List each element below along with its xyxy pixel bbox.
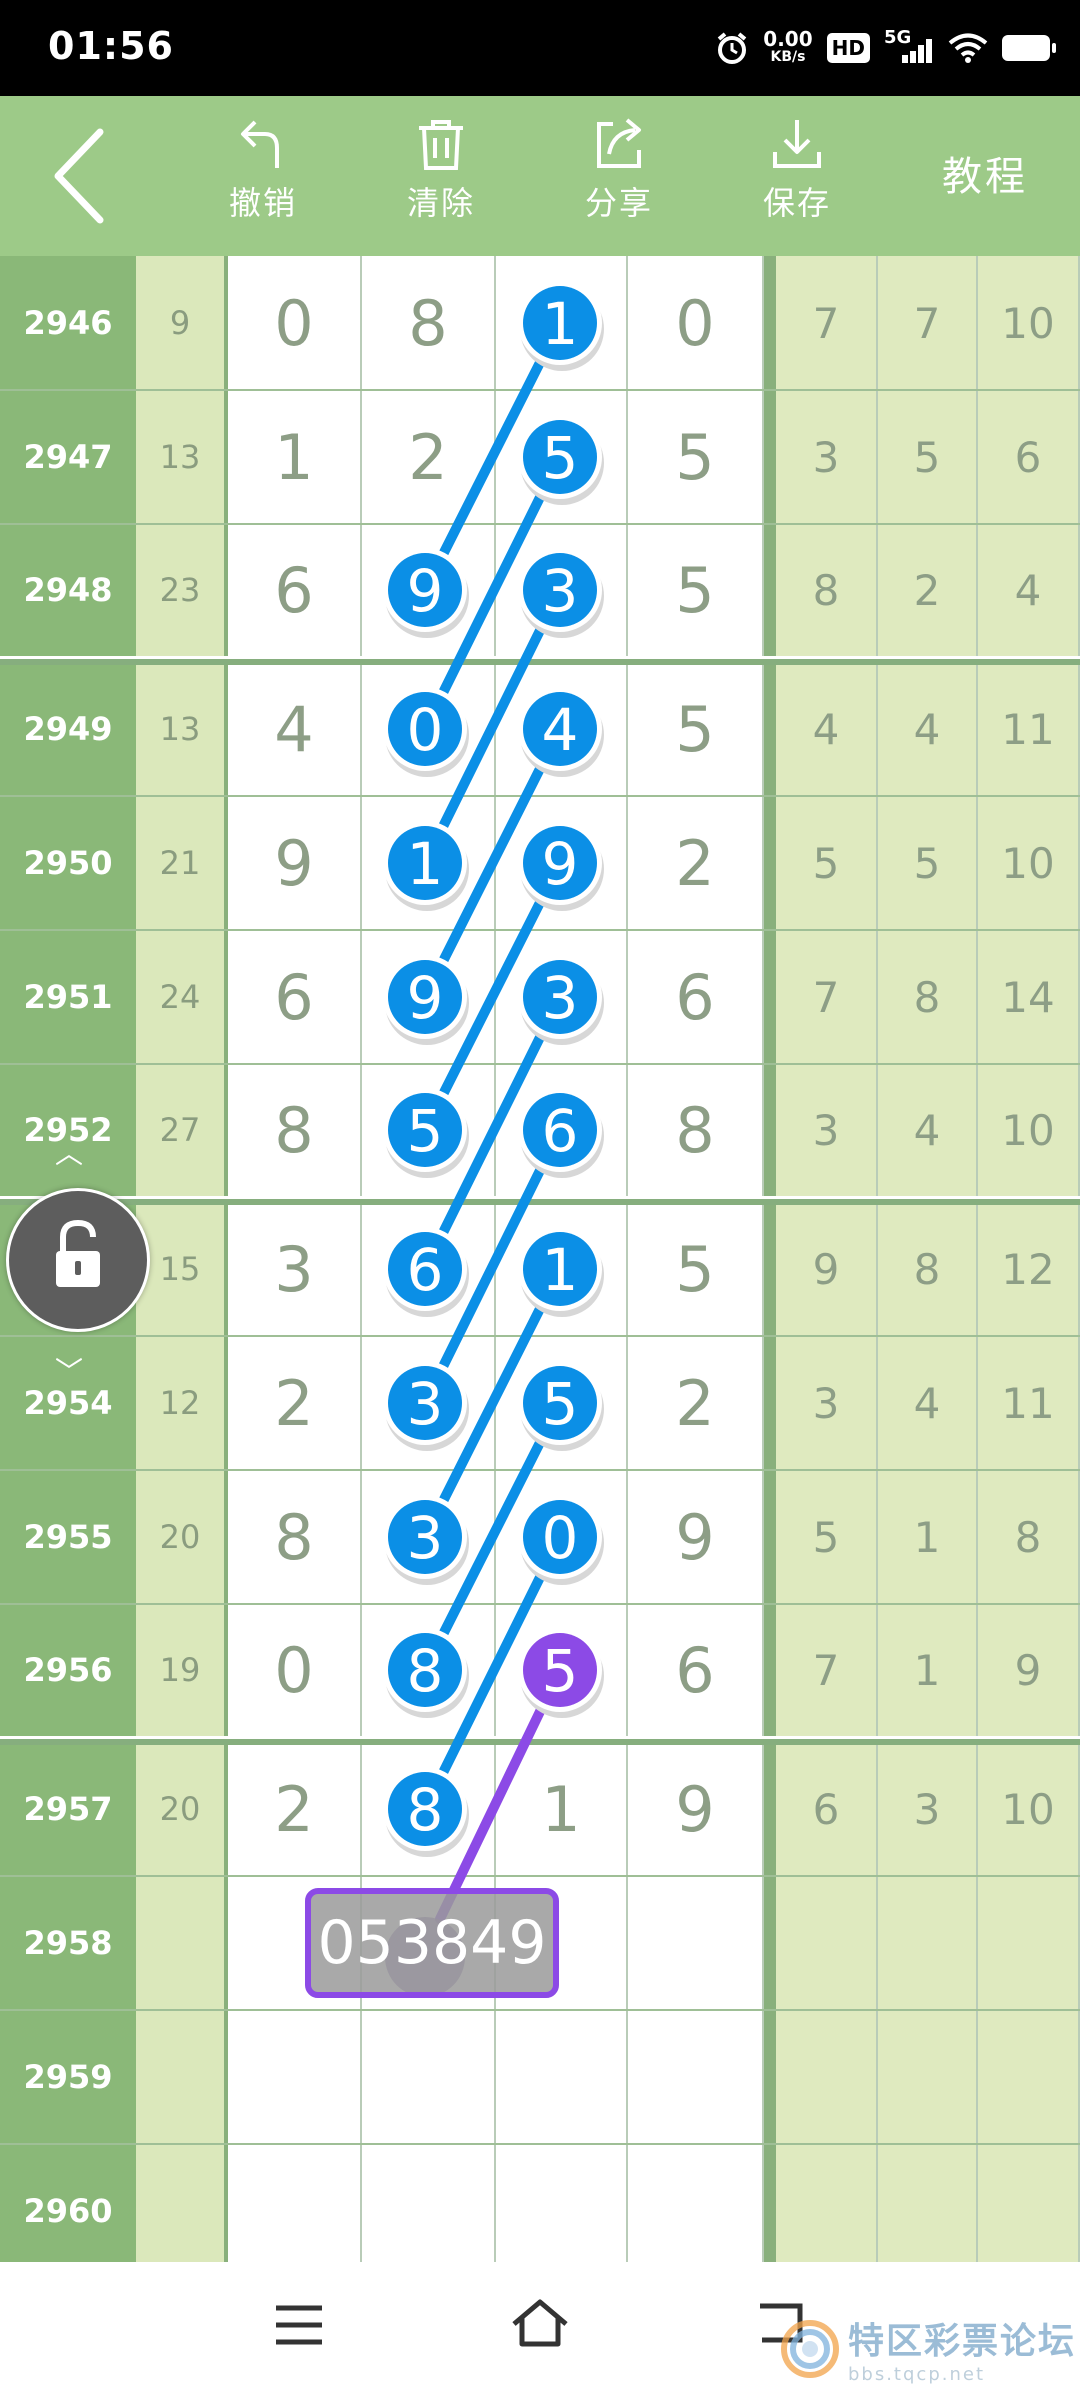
marker-ball-label: 8 xyxy=(407,1776,444,1844)
download-icon xyxy=(773,120,821,168)
share-button[interactable]: 分享 xyxy=(554,114,684,244)
marker-ball-label: 1 xyxy=(407,830,444,898)
save-label: 保存 xyxy=(762,184,831,222)
undo-button[interactable]: 撤销 xyxy=(198,114,328,244)
battery-icon xyxy=(1002,35,1056,61)
marker-ball-label: 3 xyxy=(407,1370,444,1438)
prediction-value: 053849 xyxy=(317,1908,546,1978)
share-icon xyxy=(597,118,641,168)
lock-down-chevron-icon[interactable]: ﹀ xyxy=(55,1350,83,1390)
marker-ball-label: 6 xyxy=(542,1097,579,1165)
trend-overlay: 9 0 1 9 5 6 3 3 8 8 1 5 3 4 9 3 6 1 5 0 5 053849 xyxy=(305,281,604,1998)
marker-ball-label: 0 xyxy=(407,696,444,764)
chevron-left-icon xyxy=(54,128,104,224)
marker-ball-label: 5 xyxy=(407,1097,444,1165)
tutorial-button[interactable]: 教程 xyxy=(942,144,1028,202)
clear-label: 清除 xyxy=(406,184,475,222)
toolbar: 撤销 清除 分享 保存 教程 xyxy=(0,96,1080,256)
share-label: 分享 xyxy=(584,184,653,222)
marker-ball-label: 0 xyxy=(542,1504,579,1572)
marker-ball-label: 8 xyxy=(407,1637,444,1705)
trash-icon xyxy=(419,120,463,170)
alarm-icon xyxy=(718,32,747,64)
watermark-title: 特区彩票论坛 xyxy=(847,2321,1076,2362)
marker-ball-label: 5 xyxy=(542,424,579,492)
marker-ball-last-label: 5 xyxy=(542,1637,579,1705)
status-bar: 01:56 0.00 KB/s HD 5G xyxy=(0,0,1080,96)
marker-ball-label: 3 xyxy=(407,1504,444,1572)
back-button[interactable] xyxy=(40,126,130,226)
undo-label: 撤销 xyxy=(228,184,297,222)
marker-ball-label: 1 xyxy=(542,1236,579,1304)
home-icon[interactable] xyxy=(508,2296,572,2350)
status-time: 01:56 xyxy=(48,24,174,68)
marker-ball-label: 3 xyxy=(542,964,579,1032)
lock-button[interactable] xyxy=(6,1188,150,1332)
marker-ball-label: 3 xyxy=(542,557,579,625)
undo-icon xyxy=(241,120,279,168)
marker-ball-label: 4 xyxy=(542,696,579,764)
marker-ball-label: 9 xyxy=(407,964,444,1032)
clear-button[interactable]: 清除 xyxy=(376,114,506,244)
marker-ball-label: 6 xyxy=(407,1236,444,1304)
lock-up-chevron-icon[interactable]: ︿ xyxy=(55,1132,83,1172)
wifi-icon xyxy=(948,33,988,63)
menu-icon[interactable] xyxy=(272,2302,326,2348)
net-speed: 0.00 KB/s xyxy=(763,27,813,65)
marker-ball-label: 1 xyxy=(542,290,579,358)
signal-icon: 5G xyxy=(884,27,934,65)
marker-ball-label: 5 xyxy=(542,1370,579,1438)
marker-ball-label: 9 xyxy=(407,557,444,625)
watermark-logo-icon xyxy=(780,2319,839,2378)
hd-badge: HD xyxy=(826,33,870,63)
status-icons: 0.00 KB/s HD 5G xyxy=(715,26,1056,70)
save-button[interactable]: 保存 xyxy=(732,114,862,244)
watermark: 特区彩票论坛 bbs.tqcp.net xyxy=(780,2312,1076,2385)
marker-ball-label: 9 xyxy=(542,830,579,898)
watermark-url: bbs.tqcp.net xyxy=(847,2364,986,2385)
unlock-icon xyxy=(56,1219,100,1287)
